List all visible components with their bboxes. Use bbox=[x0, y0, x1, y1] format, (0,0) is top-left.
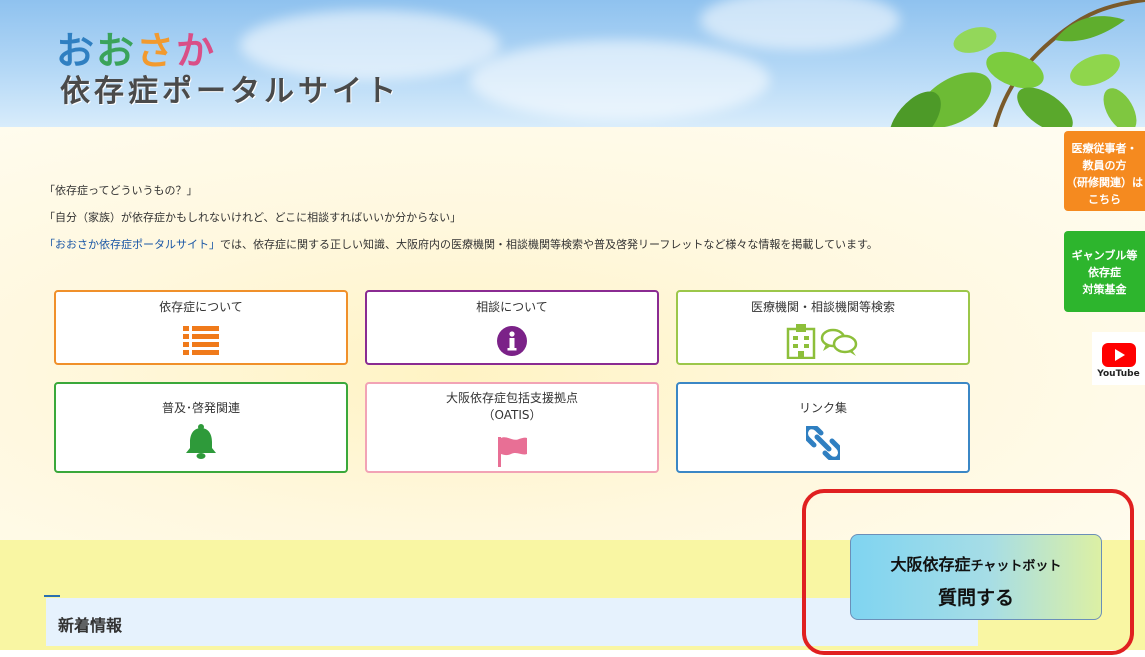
card-consultation[interactable]: 相談について bbox=[365, 290, 659, 365]
medical-tab-line-4: こちら bbox=[1088, 193, 1121, 206]
info-icon bbox=[497, 326, 527, 356]
site-name-highlight: 「おおさか依存症ポータルサイト」 bbox=[44, 238, 220, 251]
medical-tab-line-1: 医療従事者・ bbox=[1071, 142, 1138, 155]
intro-line-3-rest: では、依存症に関する正しい知識、大阪府内の医療機関・相談機関等検索や普及啓発リー… bbox=[220, 238, 878, 251]
leaves-decoration bbox=[889, 0, 1145, 127]
intro-line-3: 「おおさか依存症ポータルサイト」では、依存症に関する正しい知識、大阪府内の医療機… bbox=[44, 236, 878, 252]
card-oatis[interactable]: 大阪依存症包括支援拠点 （OATIS） bbox=[365, 382, 659, 473]
medical-tab-line-2: 教員の方 bbox=[1082, 159, 1127, 172]
card-oatis-label: 大阪依存症包括支援拠点 bbox=[445, 391, 578, 405]
site-logo-subtitle[interactable]: 依存症ポータルサイト bbox=[60, 66, 400, 110]
site-header: おおさか 依存症ポータルサイト bbox=[0, 0, 1145, 127]
card-links[interactable]: リンク集 bbox=[676, 382, 970, 473]
youtube-link[interactable]: YouTube bbox=[1092, 332, 1145, 385]
chatbot-highlight-frame bbox=[802, 489, 1134, 655]
card-awareness[interactable]: 普及･啓発関連 bbox=[54, 382, 348, 473]
card-consultation-label: 相談について bbox=[476, 300, 548, 314]
card-links-label: リンク集 bbox=[798, 401, 847, 415]
card-oatis-label-2: （OATIS） bbox=[482, 408, 542, 422]
youtube-label: YouTube bbox=[1097, 369, 1140, 379]
card-awareness-label: 普及･啓発関連 bbox=[161, 401, 240, 415]
card-facility-search-label: 医療機関・相談機関等検索 bbox=[750, 300, 895, 314]
hospital-chat-icon bbox=[786, 324, 858, 359]
card-facility-search[interactable]: 医療機関・相談機関等検索 bbox=[676, 290, 970, 365]
list-icon bbox=[183, 326, 219, 355]
gamble-tab-line-1: ギャンブル等 bbox=[1071, 249, 1138, 262]
medical-staff-tab[interactable]: 医療従事者・ 教員の方 （研修関連）は こちら bbox=[1064, 131, 1145, 211]
flag-icon bbox=[498, 437, 527, 467]
link-icon bbox=[806, 426, 840, 460]
gamble-tab-line-3: 対策基金 bbox=[1082, 283, 1127, 296]
medical-tab-line-3: （研修関連）は bbox=[1066, 176, 1143, 189]
gamble-tab-line-2: 依存症 bbox=[1088, 266, 1121, 279]
youtube-icon bbox=[1102, 343, 1136, 367]
intro-line-1: 「依存症ってどういうもの？」 bbox=[44, 184, 198, 197]
bell-icon bbox=[186, 424, 216, 459]
card-about-addiction-label: 依存症について bbox=[159, 300, 243, 314]
gambling-fund-tab[interactable]: ギャンブル等 依存症 対策基金 bbox=[1064, 231, 1145, 312]
news-accent-line bbox=[44, 595, 60, 597]
card-about-addiction[interactable]: 依存症について bbox=[54, 290, 348, 365]
intro-line-2: 「自分（家族）が依存症かもしれないけれど、どこに相談すればいいか分からない」 bbox=[44, 211, 462, 224]
